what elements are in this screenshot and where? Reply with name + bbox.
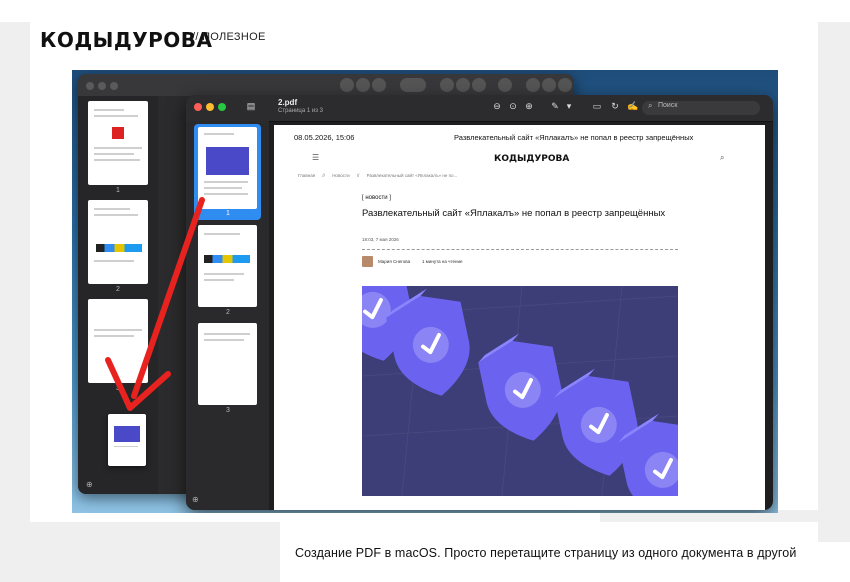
background-stripe: [0, 22, 30, 522]
drag-arrow-icon: [105, 197, 205, 411]
background-stripe: [30, 0, 850, 22]
screenshot-area: 1 2 3 ⊕ ▤ 2.pdf Страница 1 из 3 ⊖ ⊙ ⊕ ✎ …: [72, 70, 778, 513]
site-logo[interactable]: КОДЫДУРОВА: [40, 28, 213, 52]
section-label[interactable]: // ПОЛЕЗНОЕ: [192, 31, 266, 43]
image-caption: Создание PDF в macOS. Просто перетащите …: [295, 546, 797, 560]
background-stripe: [0, 522, 280, 582]
background-stripe: [818, 22, 850, 542]
